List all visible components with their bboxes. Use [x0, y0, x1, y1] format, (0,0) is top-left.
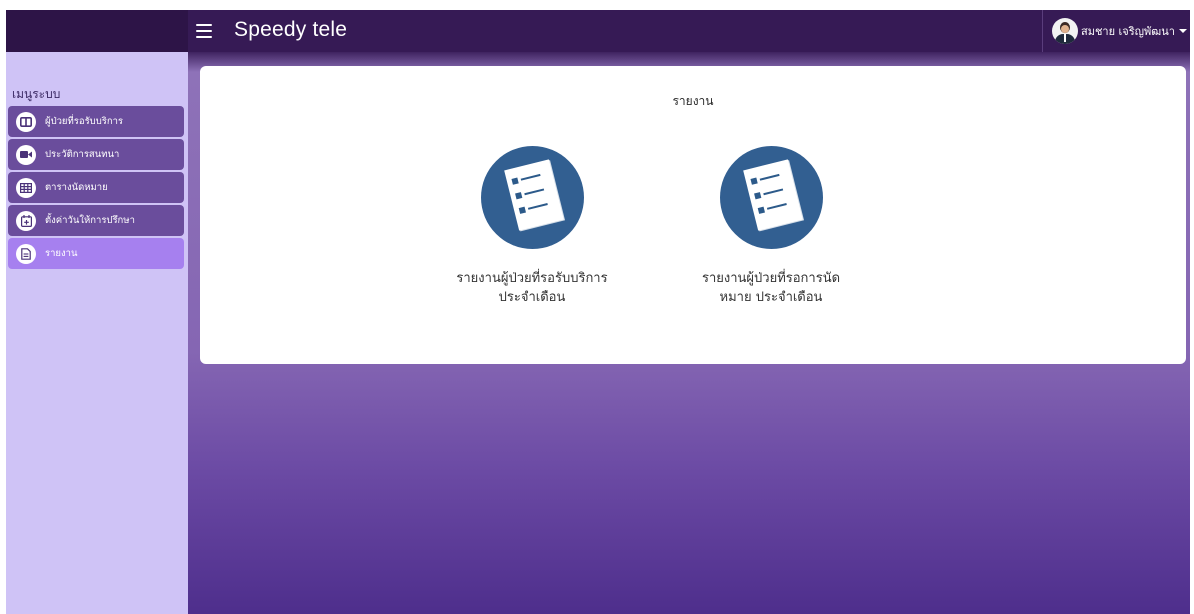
- sidebar-item-reports[interactable]: รายงาน: [8, 238, 184, 269]
- sidebar: เมนูระบบ ผู้ป่วยที่รอรับบริการ ประวัติกา…: [6, 52, 188, 614]
- report-pending-appointments-monthly[interactable]: รายงานผู้ป่วยที่รอการนัด หมาย ประจำเดือน: [671, 146, 871, 307]
- hamburger-menu-icon[interactable]: [194, 21, 216, 41]
- sidebar-item-label: ผู้ป่วยที่รอรับบริการ: [45, 116, 124, 127]
- sidebar-item-appointments[interactable]: ตารางนัดหมาย: [8, 172, 184, 203]
- user-name: สมชาย เจริญพัฒนา: [1081, 25, 1175, 38]
- main-content: รายงาน รายงานผู้ป่วยที่รอรับบริการ ประจำ…: [188, 52, 1190, 614]
- sidebar-item-label: ประวัติการสนทนา: [45, 149, 120, 160]
- table-icon: [16, 177, 36, 198]
- report-label: รายงานผู้ป่วยที่รอรับบริการ ประจำเดือน: [456, 271, 608, 305]
- sidebar-item-label: ตารางนัดหมาย: [45, 182, 108, 193]
- columns-icon: [16, 111, 36, 132]
- sidebar-menu: ผู้ป่วยที่รอรับบริการ ประวัติการสนทนา ตา…: [8, 106, 184, 271]
- page-title: รายงาน: [672, 94, 714, 108]
- sidebar-item-waiting-patients[interactable]: ผู้ป่วยที่รอรับบริการ: [8, 106, 184, 137]
- sidebar-item-label: รายงาน: [45, 248, 78, 259]
- report-waiting-patients-monthly[interactable]: รายงานผู้ป่วยที่รอรับบริการ ประจำเดือน: [432, 146, 632, 307]
- report-card: รายงาน รายงานผู้ป่วยที่รอรับบริการ ประจำ…: [200, 66, 1186, 364]
- top-navbar: Speedy tele สมชาย เจริญพัฒนา: [6, 10, 1190, 52]
- user-menu-dropdown[interactable]: สมชาย เจริญพัฒนา: [1042, 10, 1190, 52]
- navbar-brand-cell: [6, 10, 188, 52]
- app-title: Speedy tele: [234, 18, 348, 41]
- app-frame: Speedy tele สมชาย เจริญพัฒนา เมนูระบบ ผู…: [6, 10, 1190, 614]
- sidebar-item-label: ตั้งค่าวันให้การปรึกษา: [45, 215, 135, 226]
- video-camera-icon: [16, 144, 36, 165]
- caret-down-icon: [1178, 29, 1187, 33]
- checklist-icon: [480, 146, 584, 249]
- avatar: [1052, 18, 1078, 44]
- sidebar-item-chat-history[interactable]: ประวัติการสนทนา: [8, 139, 184, 170]
- sidebar-item-consult-settings[interactable]: ตั้งค่าวันให้การปรึกษา: [8, 205, 184, 236]
- sidebar-heading: เมนูระบบ: [12, 87, 61, 101]
- calendar-plus-icon: [16, 210, 36, 231]
- document-icon: [16, 243, 36, 264]
- checklist-icon: [719, 146, 823, 249]
- report-label: รายงานผู้ป่วยที่รอการนัด หมาย ประจำเดือน: [701, 271, 841, 305]
